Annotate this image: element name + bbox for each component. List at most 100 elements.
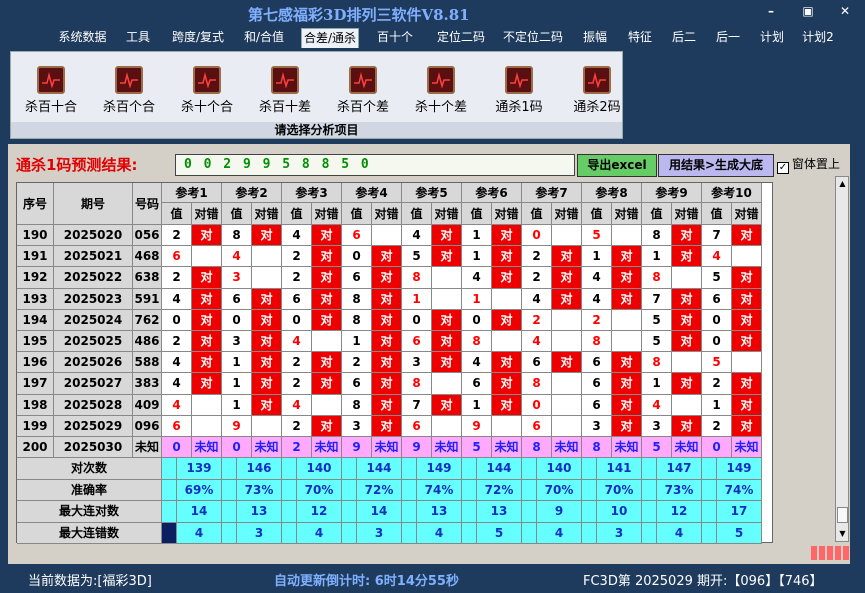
scroll-thumb[interactable] bbox=[837, 507, 848, 523]
menu-item-13[interactable]: 计划2 bbox=[800, 28, 836, 48]
scroll-down-icon[interactable]: ▼ bbox=[837, 528, 848, 539]
ref-value: 0 bbox=[222, 309, 252, 331]
summary-value: 149 bbox=[717, 458, 762, 480]
ref-value: 4 bbox=[522, 288, 552, 310]
menu-item-10[interactable]: 后二 bbox=[669, 28, 699, 48]
ribbon-button-0[interactable]: 杀百十合 bbox=[15, 66, 87, 122]
prediction-value-field[interactable]: 0 0 2 9 9 5 8 8 5 0 bbox=[175, 154, 575, 176]
menu-item-4[interactable]: 合差/通杀 bbox=[301, 28, 359, 48]
table-row-number: 588 bbox=[133, 352, 162, 374]
subheader-ok: 对错 bbox=[192, 203, 222, 225]
ribbon-button-3[interactable]: 杀百十差 bbox=[249, 66, 321, 122]
ref-value: 1 bbox=[582, 246, 612, 268]
summary-value: 3 bbox=[357, 522, 402, 544]
summary-spacer bbox=[222, 522, 237, 544]
predict-value: 9 bbox=[402, 437, 432, 459]
empty-mark bbox=[672, 394, 702, 416]
ref-value: 1 bbox=[462, 394, 492, 416]
summary-spacer bbox=[342, 479, 357, 502]
empty-mark bbox=[312, 394, 342, 416]
header-ref: 参考4 bbox=[342, 183, 402, 203]
generate-base-button[interactable]: 用结果>生成大底 bbox=[658, 154, 774, 177]
predict-value: 9 bbox=[342, 437, 372, 459]
menu-item-8[interactable]: 振幅 bbox=[580, 28, 610, 48]
ref-value: 0 bbox=[522, 394, 552, 416]
ribbon-button-7[interactable]: 通杀2码 bbox=[561, 66, 633, 122]
ok-mark: 对 bbox=[432, 352, 462, 374]
summary-spacer bbox=[402, 522, 417, 544]
summary-value: 72% bbox=[477, 479, 522, 502]
ref-value: 2 bbox=[282, 246, 312, 268]
menu-item-7[interactable]: 不定位二码 bbox=[500, 28, 566, 48]
ok-mark: 对 bbox=[732, 309, 762, 331]
menu-item-12[interactable]: 计划 bbox=[757, 28, 787, 48]
ref-value: 8 bbox=[462, 331, 492, 353]
menu-item-11[interactable]: 后一 bbox=[713, 28, 743, 48]
table-row-period: 2025027 bbox=[54, 373, 133, 395]
menu-item-5[interactable]: 百十个 bbox=[376, 28, 414, 48]
empty-mark bbox=[312, 331, 342, 353]
ref-value: 5 bbox=[702, 352, 732, 374]
ok-mark: 对 bbox=[672, 225, 702, 247]
menu-item-0[interactable]: 系统数据 bbox=[55, 28, 110, 48]
prediction-label: 通杀1码预测结果: bbox=[16, 156, 138, 174]
ref-value: 8 bbox=[642, 267, 672, 289]
ok-mark: 对 bbox=[612, 415, 642, 437]
ribbon-button-6[interactable]: 通杀1码 bbox=[483, 66, 555, 122]
menu-item-6[interactable]: 定位二码 bbox=[433, 28, 489, 48]
ok-mark: 对 bbox=[192, 267, 222, 289]
summary-spacer bbox=[522, 522, 537, 544]
vertical-scrollbar[interactable]: ▲ ▼ bbox=[835, 176, 849, 542]
ref-value: 1 bbox=[462, 246, 492, 268]
ribbon-button-4[interactable]: 杀百个差 bbox=[327, 66, 399, 122]
empty-mark bbox=[432, 415, 462, 437]
export-excel-button[interactable]: 导出excel bbox=[577, 154, 657, 177]
subheader-value: 值 bbox=[702, 203, 732, 225]
summary-label: 准确率 bbox=[17, 479, 162, 502]
ref-value: 4 bbox=[402, 225, 432, 247]
ok-mark: 对 bbox=[492, 246, 522, 268]
main-panel: 通杀1码预测结果: 0 0 2 9 9 5 8 8 5 0 导出excel 用结… bbox=[8, 144, 850, 564]
menu-item-9[interactable]: 特征 bbox=[625, 28, 655, 48]
ref-value: 4 bbox=[282, 394, 312, 416]
ref-value: 4 bbox=[522, 331, 552, 353]
empty-mark bbox=[192, 415, 222, 437]
summary-value: 4 bbox=[657, 522, 702, 544]
ok-mark: 对 bbox=[372, 373, 402, 395]
empty-mark bbox=[732, 246, 762, 268]
menu-item-2[interactable]: 跨度/复式 bbox=[168, 28, 228, 48]
ref-value: 5 bbox=[402, 246, 432, 268]
menu-item-3[interactable]: 和/合值 bbox=[241, 28, 287, 48]
summary-spacer bbox=[702, 522, 717, 544]
window-on-top-checkbox[interactable]: ✓ 窗体置上 bbox=[777, 155, 840, 174]
ok-mark: 对 bbox=[672, 373, 702, 395]
ok-mark: 对 bbox=[372, 309, 402, 331]
summary-spacer bbox=[282, 458, 297, 480]
maximize-button[interactable]: ▣ bbox=[797, 4, 819, 18]
ref-value: 0 bbox=[342, 246, 372, 268]
summary-spacer bbox=[282, 522, 297, 544]
summary-spacer bbox=[702, 479, 717, 502]
ref-value: 4 bbox=[162, 288, 192, 310]
ribbon-button-2[interactable]: 杀十个合 bbox=[171, 66, 243, 122]
ref-value: 2 bbox=[282, 373, 312, 395]
close-button[interactable]: ✕ bbox=[834, 4, 856, 18]
empty-mark bbox=[252, 267, 282, 289]
ok-mark: 对 bbox=[312, 373, 342, 395]
ref-value: 4 bbox=[162, 394, 192, 416]
ribbon-button-1[interactable]: 杀百个合 bbox=[93, 66, 165, 122]
table-row-number: 409 bbox=[133, 394, 162, 416]
minimize-button[interactable]: – bbox=[760, 4, 782, 18]
scroll-up-icon[interactable]: ▲ bbox=[837, 178, 848, 189]
summary-value: 73% bbox=[237, 479, 282, 502]
ref-value: 2 bbox=[522, 246, 552, 268]
table-row-number: 468 bbox=[133, 246, 162, 268]
summary-value: 69% bbox=[177, 479, 222, 502]
summary-value: 14 bbox=[357, 501, 402, 523]
ok-mark: 对 bbox=[312, 288, 342, 310]
summary-spacer bbox=[462, 522, 477, 544]
ref-value: 1 bbox=[702, 394, 732, 416]
ribbon-button-5[interactable]: 杀十个差 bbox=[405, 66, 477, 122]
menu-item-1[interactable]: 工具 bbox=[123, 28, 153, 48]
ref-value: 7 bbox=[642, 288, 672, 310]
